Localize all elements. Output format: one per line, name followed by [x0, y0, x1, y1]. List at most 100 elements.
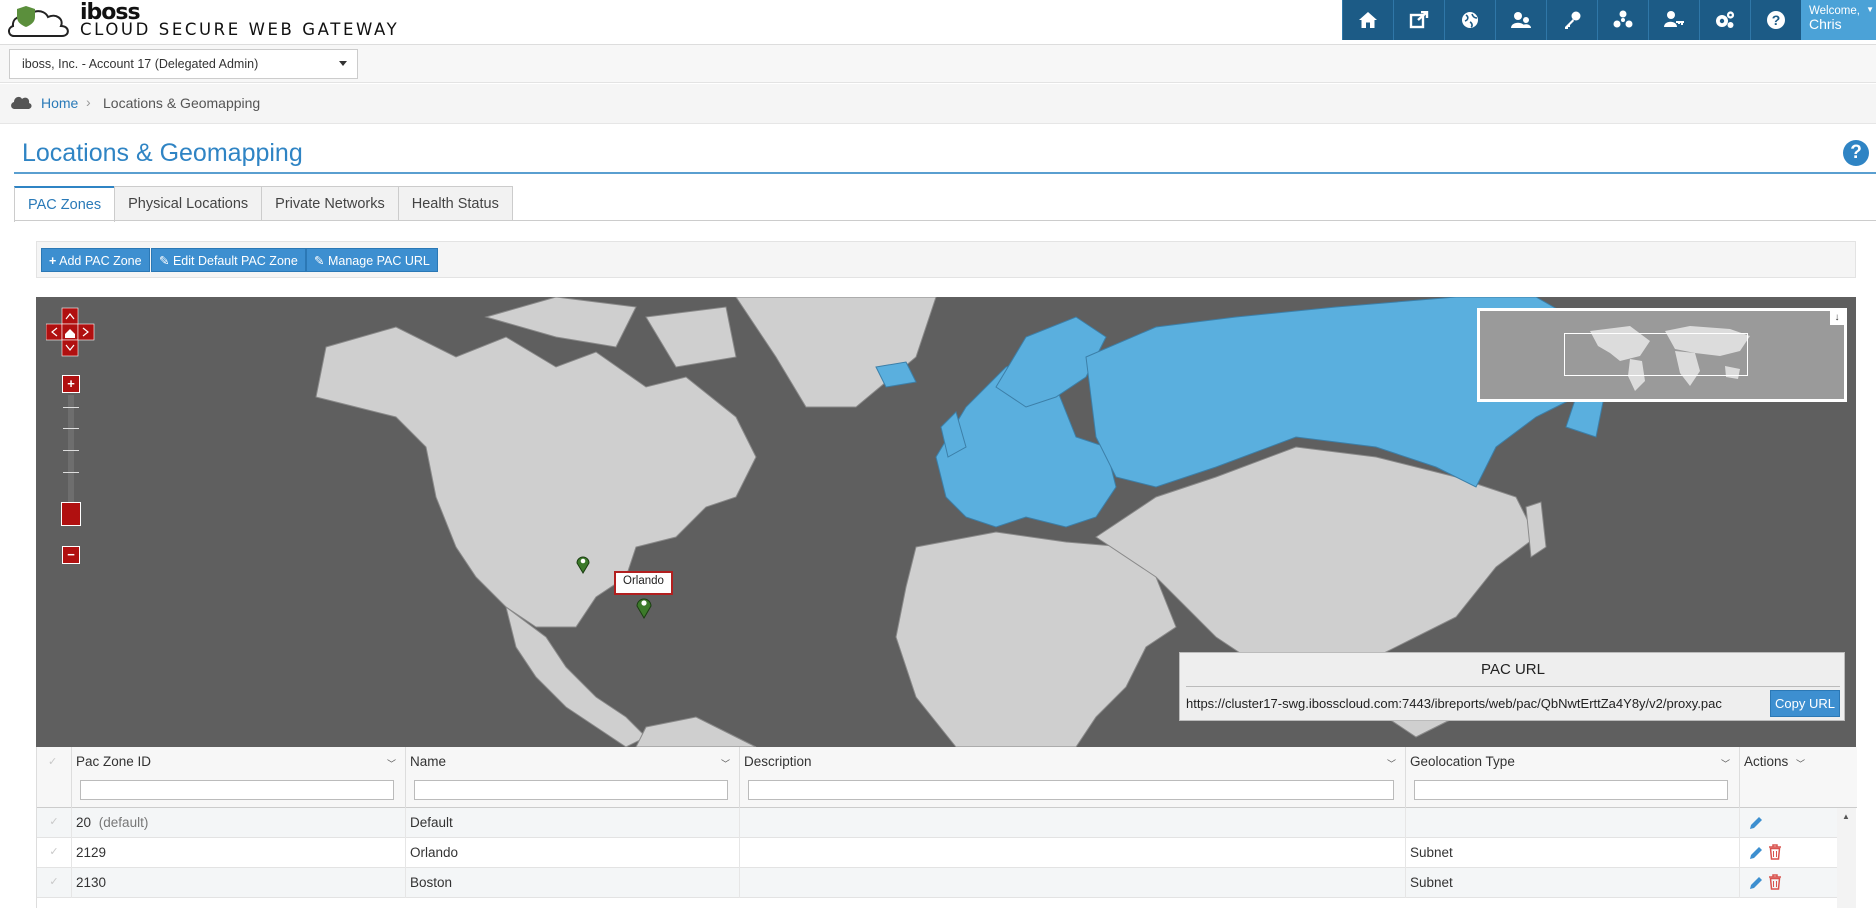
add-pac-zone-label: Add PAC Zone [59, 254, 142, 268]
cell-description [740, 868, 1406, 898]
breadcrumb: Home › Locations & Geomapping [0, 84, 1876, 124]
chevron-down-icon[interactable]: ﹀ [1387, 757, 1396, 770]
table-scrollbar[interactable]: ▲ [1837, 808, 1856, 908]
scroll-up-icon[interactable]: ▲ [1842, 812, 1850, 821]
cell-description [740, 808, 1406, 838]
key-icon [1565, 11, 1581, 29]
account-select[interactable]: iboss, Inc. - Account 17 (Delegated Admi… [9, 49, 358, 79]
cell-description [740, 838, 1406, 868]
zoom-slider-handle[interactable] [61, 502, 81, 526]
cell-geolocation-type [1406, 808, 1740, 838]
overview-viewport[interactable] [1564, 333, 1748, 376]
column-label: Pac Zone ID [76, 754, 152, 769]
edit-pencil-icon[interactable] [1748, 815, 1764, 831]
pac-url-divider [1186, 686, 1840, 687]
map-pan-control [46, 307, 95, 357]
nav-user-key-button[interactable] [1648, 0, 1699, 40]
table-row[interactable]: ✓ 2130 Boston Subnet [37, 868, 1837, 898]
external-link-icon [1409, 11, 1429, 29]
nav-key-button[interactable] [1546, 0, 1597, 40]
welcome-menu[interactable]: Welcome, Chris ▼ [1801, 0, 1876, 40]
nav-users-button[interactable] [1495, 0, 1546, 40]
row-select-checkbox[interactable]: ✓ [37, 838, 72, 868]
pac-url-text[interactable]: https://cluster17-swg.ibosscloud.com:744… [1186, 696, 1722, 711]
overview-toggle-button[interactable]: ↓ [1830, 311, 1844, 325]
check-icon: ✓ [49, 816, 59, 828]
column-header-geolocation-type[interactable]: Geolocation Type ﹀ [1406, 747, 1740, 808]
breadcrumb-home-link[interactable]: Home [41, 95, 78, 111]
filter-name[interactable] [414, 780, 728, 800]
table-row[interactable]: ✓ 2129 Orlando Subnet [37, 838, 1837, 868]
nav-globe-button[interactable] [1444, 0, 1495, 40]
column-header-pac-zone-id[interactable]: Pac Zone ID ﹀ [72, 747, 406, 808]
top-header: iboss CLOUD SECURE WEB GATEWAY ? Welcome… [0, 0, 1876, 45]
add-pac-zone-button[interactable]: + Add PAC Zone [41, 248, 150, 272]
location-marker-icon[interactable] [576, 554, 590, 574]
column-header-name[interactable]: Name ﹀ [406, 747, 740, 808]
edit-default-pac-zone-button[interactable]: ✎ Edit Default PAC Zone [151, 248, 306, 272]
nav-home-button[interactable] [1342, 0, 1393, 40]
page-help-button[interactable]: ? [1843, 140, 1869, 166]
pencil-icon: ✎ [314, 254, 325, 268]
select-all-header[interactable]: ✓ [37, 747, 72, 808]
column-header-actions[interactable]: Actions ﹀ [1740, 747, 1856, 808]
trash-icon[interactable] [1768, 874, 1782, 890]
pac-url-title: PAC URL [1481, 661, 1545, 678]
caret-down-icon: ▼ [1866, 5, 1874, 14]
default-tag: (default) [98, 815, 149, 830]
table-row[interactable] [37, 898, 1837, 908]
filter-geolocation-type[interactable] [1414, 780, 1728, 800]
breadcrumb-current: Locations & Geomapping [103, 95, 261, 111]
nav-help-button[interactable]: ? [1750, 0, 1801, 40]
column-header-description[interactable]: Description ﹀ [740, 747, 1406, 808]
edit-pencil-icon[interactable] [1748, 875, 1764, 891]
cell-pac-zone-id: 2129 [72, 838, 406, 868]
nav-external-button[interactable] [1393, 0, 1444, 40]
cell-name: Boston [406, 868, 740, 898]
check-icon: ✓ [49, 876, 59, 888]
zoom-tick [63, 407, 79, 408]
welcome-user-name: Chris [1809, 16, 1842, 32]
map-marker-tooltip: Orlando [614, 571, 673, 595]
table-header: ✓ Pac Zone ID ﹀ Name ﹀ Description ﹀ Geo… [37, 747, 1857, 808]
zoom-slider-track[interactable] [68, 395, 74, 503]
table-row[interactable]: ✓ 20 (default) Default [37, 808, 1837, 838]
copy-url-button[interactable]: Copy URL [1770, 690, 1840, 717]
row-select-checkbox[interactable]: ✓ [37, 868, 72, 898]
account-select-value: iboss, Inc. - Account 17 (Delegated Admi… [22, 57, 259, 71]
cell-pac-zone-id: 20 (default) [72, 808, 406, 838]
world-map[interactable]: + − Orlando ↓ PAC URL https://cluster17-… [36, 297, 1856, 747]
check-icon: ✓ [48, 756, 58, 768]
column-label: Name [410, 754, 447, 769]
cell-name: Default [406, 808, 740, 838]
filter-pac-zone-id[interactable] [80, 780, 394, 800]
tab-pac-zones[interactable]: PAC Zones [14, 186, 116, 222]
chevron-down-icon[interactable]: ﹀ [387, 757, 396, 770]
tab-physical-locations[interactable]: Physical Locations [114, 186, 263, 221]
manage-pac-url-label: Manage PAC URL [327, 254, 430, 268]
arrow-down-icon: ↓ [1834, 312, 1840, 323]
trash-icon[interactable] [1768, 844, 1782, 860]
tab-private-networks[interactable]: Private Networks [261, 186, 399, 221]
row-select-checkbox[interactable]: ✓ [37, 808, 72, 838]
tab-health-status[interactable]: Health Status [397, 186, 513, 221]
breadcrumb-separator: › [86, 94, 91, 110]
chevron-down-icon[interactable]: ﹀ [721, 757, 730, 770]
zoom-tick [63, 472, 79, 473]
location-marker-icon[interactable] [635, 595, 653, 619]
zoom-in-button[interactable]: + [62, 375, 80, 393]
cell-actions [1740, 838, 1837, 868]
nav-network-button[interactable] [1597, 0, 1648, 40]
filter-description[interactable] [748, 780, 1394, 800]
map-overview[interactable]: ↓ [1477, 308, 1847, 402]
edit-pencil-icon[interactable] [1748, 845, 1764, 861]
zoom-out-button[interactable]: − [62, 546, 80, 564]
chevron-down-icon[interactable]: ﹀ [1796, 757, 1805, 770]
chevron-down-icon[interactable]: ﹀ [1721, 757, 1730, 770]
home-icon [1359, 12, 1377, 28]
cell-pac-zone-id: 2130 [72, 868, 406, 898]
pac-url-panel: PAC URL https://cluster17-swg.ibosscloud… [1179, 652, 1845, 721]
nav-gears-button[interactable] [1699, 0, 1750, 40]
edit-default-label: Edit Default PAC Zone [172, 254, 298, 268]
manage-pac-url-button[interactable]: ✎ Manage PAC URL [306, 248, 438, 272]
